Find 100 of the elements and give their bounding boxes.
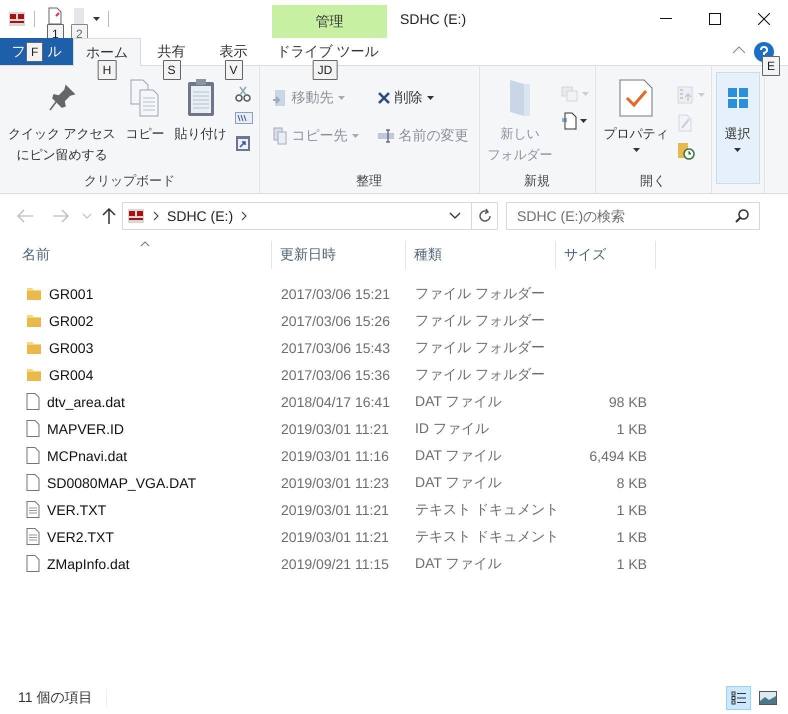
forward-arrow-icon <box>52 209 70 223</box>
text-file-icon <box>26 501 40 518</box>
type-cell: ファイル フォルダー <box>415 338 545 354</box>
move-icon <box>272 89 288 107</box>
checked-page-icon <box>618 78 654 118</box>
chevron-down-icon <box>449 212 461 220</box>
type-cell: DAT ファイル <box>415 474 502 490</box>
grid-icon <box>726 86 750 110</box>
item-count: 11 個の項目 <box>18 689 108 707</box>
breadcrumb[interactable]: SDHC (E:) <box>167 208 234 224</box>
close-icon <box>758 13 770 25</box>
scissors-icon <box>234 86 251 102</box>
chevron-down-icon <box>82 213 92 219</box>
file-name[interactable]: GR003 <box>49 340 94 356</box>
date-cell: 2017/03/06 15:43 <box>281 340 390 356</box>
size-cell: 8 KB <box>616 474 647 490</box>
shortcut-icon <box>234 134 251 152</box>
file-icon <box>26 555 40 572</box>
keytip: S <box>162 60 180 80</box>
file-name[interactable]: ZMapInfo.dat <box>47 556 130 572</box>
large-icons-view-icon <box>758 691 776 705</box>
file-icon <box>26 420 40 437</box>
folder-icon <box>26 368 42 382</box>
drive-icon <box>8 10 26 28</box>
keytip: V <box>224 60 242 80</box>
address-bar[interactable]: SDHC (E:) <box>122 202 472 230</box>
file-name[interactable]: VER2.TXT <box>47 528 114 544</box>
refresh-button[interactable] <box>472 202 498 230</box>
text-file-icon <box>26 528 40 545</box>
ribbon-button[interactable]: 削除 <box>374 86 471 110</box>
delete-icon <box>376 91 391 105</box>
file-name[interactable]: SD0080MAP_VGA.DAT <box>47 474 196 490</box>
ribbon-small-button[interactable] <box>232 110 255 126</box>
file-name[interactable]: dtv_area.dat <box>47 394 125 410</box>
file-name[interactable]: MAPVER.ID <box>47 420 124 436</box>
sort-caret-icon <box>140 241 150 247</box>
chevron-up-icon <box>732 46 746 54</box>
keytip: F <box>26 42 44 62</box>
dropdown-caret-icon <box>734 148 742 152</box>
date-cell: 2019/03/01 11:21 <box>281 502 389 518</box>
context-tab-header: 管理 <box>316 12 344 30</box>
folder-icon <box>26 340 42 354</box>
dropdown-caret-icon <box>426 96 434 100</box>
dropdown-caret-icon <box>632 148 640 152</box>
column-header[interactable]: 更新日時 <box>272 241 406 269</box>
group-label: 新規 <box>524 172 550 190</box>
size-cell: 1 KB <box>616 556 647 572</box>
keytip: E <box>762 56 780 76</box>
date-cell: 2017/03/06 15:36 <box>281 366 390 382</box>
date-cell: 2019/03/01 11:16 <box>281 448 389 464</box>
type-cell: ファイル フォルダー <box>415 366 545 382</box>
group-label: クリップボード <box>84 172 175 190</box>
type-cell: テキスト ドキュメント <box>415 528 559 544</box>
ribbon-button[interactable]: 選択 <box>716 72 760 184</box>
dropdown-caret-icon <box>582 92 589 96</box>
type-cell: DAT ファイル <box>415 446 502 462</box>
chevron-right-icon <box>153 211 159 221</box>
minimize-icon <box>660 18 672 20</box>
size-cell: 1 KB <box>616 528 647 544</box>
ribbon-button[interactable]: プロパティ <box>600 72 673 169</box>
type-cell: DAT ファイル <box>415 554 502 570</box>
rename-icon <box>376 129 395 143</box>
file-name[interactable]: MCPnavi.dat <box>47 448 128 464</box>
up-arrow-icon <box>102 207 116 225</box>
column-header[interactable]: 名前 <box>14 241 272 269</box>
chevron-right-icon <box>241 211 248 221</box>
dropdown-caret-icon <box>352 134 359 138</box>
maximize-icon <box>708 13 720 25</box>
file-icon <box>26 447 40 464</box>
group-label: 整理 <box>356 172 382 190</box>
date-cell: 2017/03/06 15:26 <box>281 312 390 328</box>
caret-icon <box>93 17 100 21</box>
file-name[interactable]: VER.TXT <box>47 502 106 518</box>
dropdown-caret-icon <box>580 119 587 123</box>
file-name[interactable]: GR001 <box>49 286 94 302</box>
file-name[interactable]: GR002 <box>49 312 94 328</box>
size-cell: 6,494 KB <box>589 448 647 464</box>
type-cell: ID ファイル <box>415 420 489 436</box>
ribbon-tab[interactable]: ホーム <box>73 38 141 66</box>
date-cell: 2019/09/21 11:15 <box>281 556 389 572</box>
drive-icon <box>127 207 145 225</box>
details-view-icon <box>730 691 746 705</box>
file-name[interactable]: GR004 <box>49 366 94 382</box>
folder-icon <box>26 286 42 300</box>
keytip: JD <box>312 60 338 80</box>
folder-clock-icon <box>676 142 695 160</box>
path-icon <box>234 112 253 124</box>
details-view-button[interactable] <box>726 686 751 710</box>
date-cell: 2017/03/06 15:21 <box>281 286 390 302</box>
type-cell: ファイル フォルダー <box>415 312 545 328</box>
column-header[interactable]: 種類 <box>406 241 556 269</box>
back-arrow-icon <box>16 209 34 223</box>
new-page-icon <box>560 112 577 130</box>
type-cell: ファイル フォルダー <box>415 284 545 300</box>
column-header[interactable]: サイズ <box>556 241 656 269</box>
file-icon <box>26 474 40 491</box>
copy-icon <box>129 78 162 118</box>
pencil-page-icon <box>676 114 693 132</box>
date-cell: 2019/03/01 11:23 <box>281 474 389 490</box>
date-cell: 2019/03/01 11:21 <box>281 528 389 544</box>
